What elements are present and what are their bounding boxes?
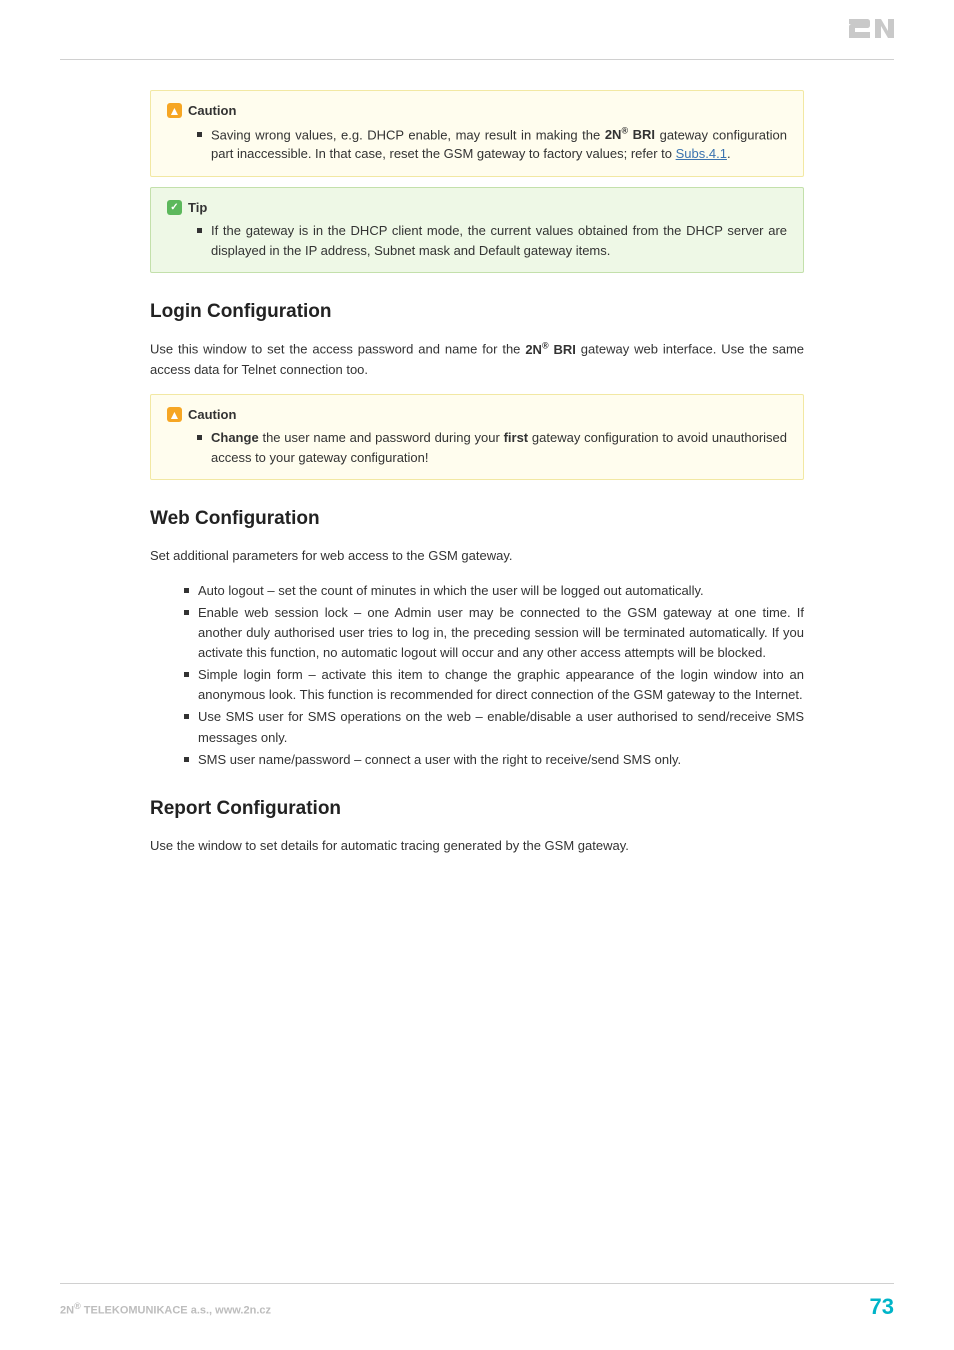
caution-box-2: ▲ Caution Change the user name and passw… bbox=[150, 394, 804, 481]
web-config-heading: Web Configuration bbox=[150, 508, 804, 530]
report-config-para: Use the window to set details for automa… bbox=[150, 836, 804, 856]
warning-icon: ▲ bbox=[167, 103, 182, 118]
callout-item: Change the user name and password during… bbox=[197, 428, 787, 467]
login-config-para: Use this window to set the access passwo… bbox=[150, 339, 804, 380]
callout-item: If the gateway is in the DHCP client mod… bbox=[197, 221, 787, 260]
callout-title-text: Caution bbox=[188, 405, 236, 425]
web-config-list: Auto logout – set the count of minutes i… bbox=[150, 581, 804, 770]
list-item: Simple login form – activate this item t… bbox=[184, 665, 804, 705]
login-config-heading: Login Configuration bbox=[150, 301, 804, 323]
brand-logo bbox=[848, 16, 894, 44]
list-item: Use SMS user for SMS operations on the w… bbox=[184, 707, 804, 747]
list-item: Enable web session lock – one Admin user… bbox=[184, 603, 804, 663]
web-config-para: Set additional parameters for web access… bbox=[150, 546, 804, 566]
callout-item: Saving wrong values, e.g. DHCP enable, m… bbox=[197, 125, 787, 164]
page-header bbox=[60, 0, 894, 60]
warning-icon: ▲ bbox=[167, 407, 182, 422]
callout-title: ✓ Tip bbox=[167, 198, 787, 218]
tip-box-1: ✓ Tip If the gateway is in the DHCP clie… bbox=[150, 187, 804, 274]
callout-title: ▲ Caution bbox=[167, 101, 787, 121]
list-item: SMS user name/password – connect a user … bbox=[184, 750, 804, 770]
callout-title-text: Caution bbox=[188, 101, 236, 121]
report-config-heading: Report Configuration bbox=[150, 798, 804, 820]
page-number: 73 bbox=[870, 1294, 894, 1320]
footer-company: 2N® TELEKOMUNIKACE a.s., www.2n.cz bbox=[60, 1301, 271, 1317]
subs-link[interactable]: Subs.4.1 bbox=[676, 146, 727, 161]
page-content: ▲ Caution Saving wrong values, e.g. DHCP… bbox=[0, 90, 954, 856]
callout-title: ▲ Caution bbox=[167, 405, 787, 425]
list-item: Auto logout – set the count of minutes i… bbox=[184, 581, 804, 601]
callout-title-text: Tip bbox=[188, 198, 207, 218]
page-footer: 2N® TELEKOMUNIKACE a.s., www.2n.cz 73 bbox=[60, 1283, 894, 1320]
check-icon: ✓ bbox=[167, 200, 182, 215]
caution-box-1: ▲ Caution Saving wrong values, e.g. DHCP… bbox=[150, 90, 804, 177]
